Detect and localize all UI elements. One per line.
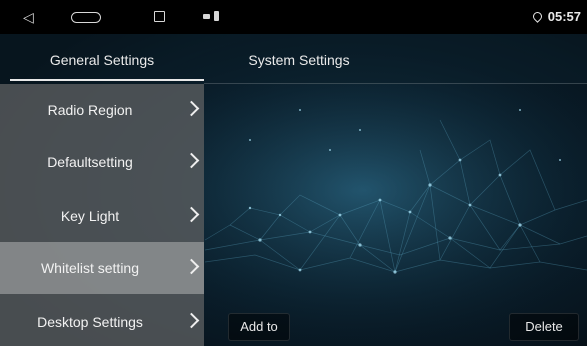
tab-divider-line	[204, 83, 587, 84]
add-to-button[interactable]: Add to	[228, 313, 290, 341]
menu-item-desktop-settings[interactable]: Desktop Settings	[0, 296, 204, 346]
menu-item-label: Whitelist setting	[40, 260, 140, 276]
recents-icon[interactable]	[154, 11, 165, 22]
menu-item-label: Defaultsetting	[47, 154, 133, 170]
chevron-right-icon	[183, 258, 200, 275]
chevron-right-icon	[183, 152, 200, 169]
tab-system-settings[interactable]: System Settings	[204, 34, 394, 84]
menu-item-label: Radio Region	[47, 102, 133, 118]
tab-general-settings[interactable]: General Settings	[0, 34, 204, 84]
battery-icon	[214, 11, 219, 21]
home-icon[interactable]	[71, 12, 101, 23]
active-tab-indicator	[10, 79, 204, 81]
menu-item-radio-region[interactable]: Radio Region	[0, 84, 204, 136]
menu-item-whitelist-setting[interactable]: Whitelist setting	[0, 242, 204, 294]
menu-item-defaultsetting[interactable]: Defaultsetting	[0, 136, 204, 188]
time-text: 05:57	[547, 9, 581, 24]
chevron-right-icon	[183, 100, 200, 117]
settings-screen: ◁ 05:57 General Settings System Settings…	[0, 0, 587, 346]
menu-item-label: Desktop Settings	[37, 314, 143, 330]
settings-sidebar: Radio Region Defaultsetting Key Light Wh…	[0, 84, 204, 346]
back-icon[interactable]: ◁	[23, 9, 34, 25]
menu-item-key-light[interactable]: Key Light	[0, 190, 204, 242]
chevron-right-icon	[183, 206, 200, 223]
tab-bar: General Settings System Settings	[0, 34, 587, 84]
location-icon	[530, 10, 544, 23]
clock: 05:57	[530, 9, 581, 24]
status-bar: ◁ 05:57	[0, 0, 587, 34]
delete-button[interactable]: Delete	[509, 313, 579, 341]
menu-item-label: Key Light	[60, 208, 120, 224]
chevron-right-icon	[183, 312, 200, 329]
notification-icon	[203, 14, 210, 19]
